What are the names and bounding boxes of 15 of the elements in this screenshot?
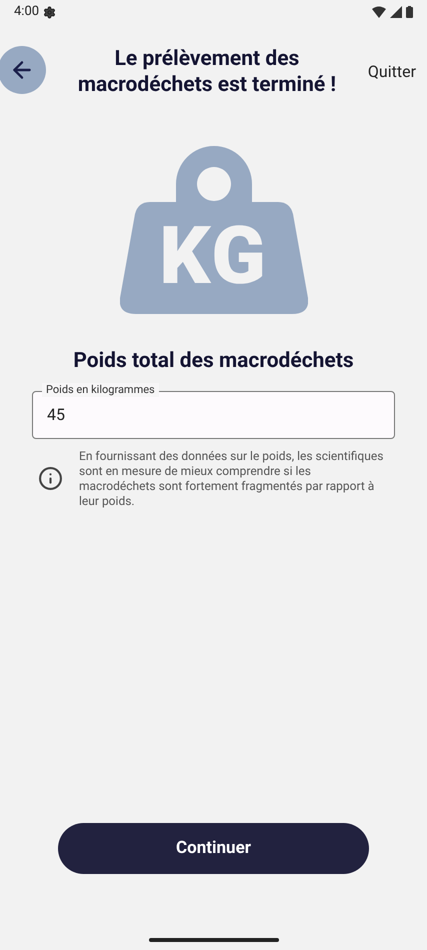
info-icon [38,466,63,491]
quit-link[interactable]: Quitter [368,60,416,84]
wifi-icon [372,6,386,18]
back-button[interactable] [0,46,46,94]
status-time: 4:00 [14,3,40,22]
info-text: En fournissant des données sur le poids, les scientifiques sont en mesure de mieux comprendre si les macrodéchets sont fortement fragmentés par rapport à leur poids. [79,448,384,508]
weight-icon [120,146,308,316]
field-label: Poids en kilogrammes [42,382,159,396]
weight-unit-text: KG [158,214,269,298]
section-title: Poids total des macrodéchets [72,348,355,375]
continue-button[interactable]: Continuer [58,823,369,874]
signal-icon [390,6,402,18]
battery-icon [406,6,413,18]
page-title: Le prélèvement des macrodéchets est terminé ! [76,46,338,98]
settings-icon [43,6,56,18]
